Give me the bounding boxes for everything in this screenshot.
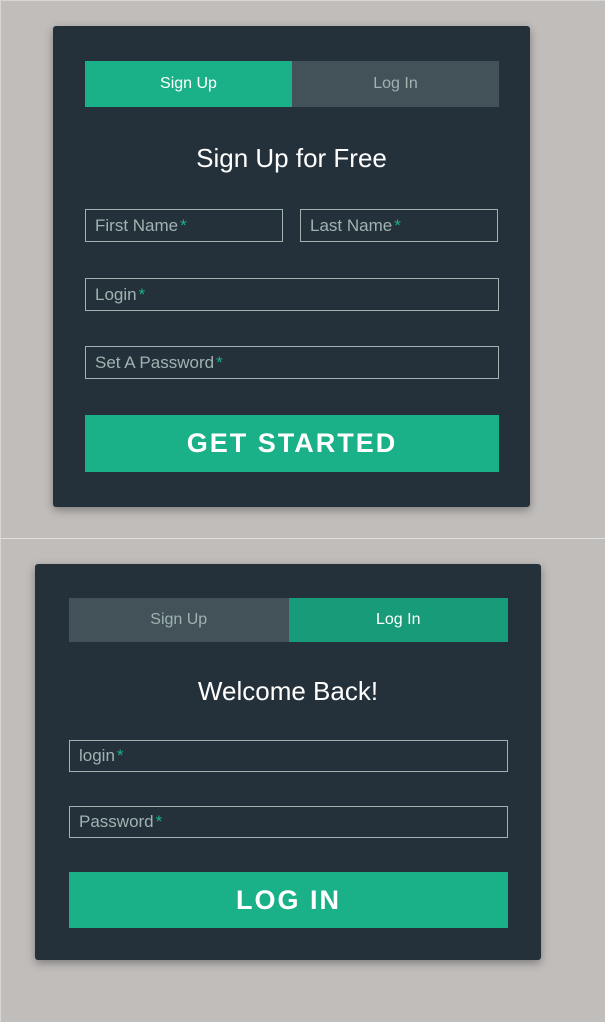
login-placeholder: login — [79, 746, 115, 765]
tab-login[interactable]: Log In — [292, 61, 499, 107]
password-placeholder: Set A Password — [95, 352, 215, 372]
required-mark: * — [180, 215, 187, 235]
login-button[interactable]: LOG IN — [69, 872, 508, 928]
login-field[interactable]: login * — [69, 740, 508, 772]
login-placeholder: Login — [95, 284, 137, 304]
last-name-field[interactable]: Last Name * — [300, 209, 498, 242]
get-started-button[interactable]: GET STARTED — [85, 415, 499, 472]
form-heading: Welcome Back! — [197, 676, 379, 706]
required-mark: * — [116, 746, 124, 765]
first-name-field[interactable]: First Name * — [85, 209, 283, 242]
required-mark: * — [138, 284, 146, 304]
password-placeholder: Password — [79, 812, 154, 831]
first-name-placeholder: First Name — [95, 215, 179, 235]
login-form-card: Sign Up Log In Welcome Back! login * Pass… — [35, 564, 541, 960]
tab-bar: Sign Up Log In — [85, 61, 499, 107]
signup-form-card: Sign Up Log In Sign Up for Free First Na… — [53, 26, 530, 507]
required-mark: * — [155, 812, 163, 831]
password-field[interactable]: Password * — [69, 806, 508, 838]
tab-bar: Sign Up Log In — [69, 598, 508, 642]
last-name-placeholder: Last Name — [310, 215, 393, 235]
login-field[interactable]: Login * — [85, 278, 499, 311]
login-screen: Sign Up Log In Welcome Back! login * Pass… — [0, 538, 605, 1022]
tab-login[interactable]: Log In — [288, 598, 508, 642]
form-heading: Sign Up for Free — [196, 143, 387, 173]
required-mark: * — [216, 352, 223, 372]
signup-screen: Sign Up Log In Sign Up for Free First Na… — [0, 0, 605, 538]
required-mark: * — [394, 215, 401, 235]
password-field[interactable]: Set A Password * — [85, 346, 499, 379]
tab-signup[interactable]: Sign Up — [69, 598, 289, 642]
tab-signup[interactable]: Sign Up — [85, 61, 292, 107]
